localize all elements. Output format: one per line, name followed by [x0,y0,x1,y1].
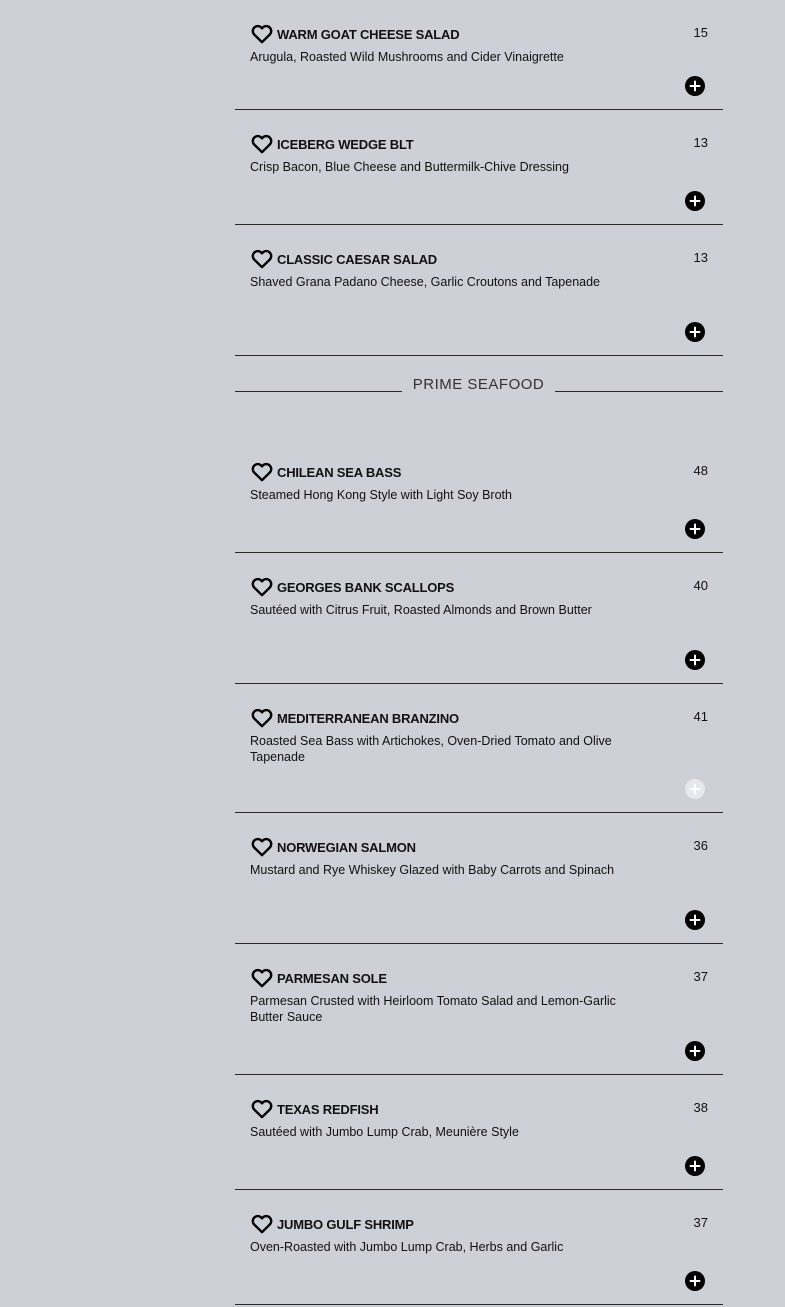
item-description: Sautéed with Citrus Fruit, Roasted Almon… [250,603,592,617]
item-description: Oven-Roasted with Jumbo Lump Crab, Herbs… [250,1240,564,1254]
item-name: JUMBO GULF SHRIMP [277,1217,414,1232]
heart-outline-icon[interactable] [250,835,274,859]
item-description: Mustard and Rye Whiskey Glazed with Baby… [250,863,615,877]
add-item-button[interactable] [684,1270,706,1292]
add-item-button[interactable] [684,518,706,540]
item-name: TEXAS REDFISH [277,1102,379,1117]
item-price: 38 [693,1100,708,1115]
divider [235,391,402,392]
add-item-button[interactable] [684,321,706,343]
heart-outline-icon[interactable] [250,247,274,271]
heart-outline-icon[interactable] [250,460,274,484]
section-heading-prime-seafood: PRIME SEAFOOD [235,374,723,396]
item-price: 40 [693,578,708,593]
item-price: 15 [693,25,708,40]
menu-item: CLASSIC CAESAR SALAD 13 Shaved Grana Padan… [235,225,723,356]
item-name: MEDITERRANEAN BRANZINO [277,711,459,726]
item-price: 37 [693,1215,708,1230]
menu-item: PARMESAN SOLE 37 Parmesan Crusted with Hei… [235,944,723,1075]
item-price: 13 [693,250,708,265]
add-item-button[interactable] [684,190,706,212]
item-price: 13 [693,135,708,150]
menu-item: GEORGES BANK SCALLOPS 40 Sautéed with Citr… [235,553,723,684]
item-price: 48 [693,463,708,478]
item-description: Parmesan Crusted with Heirloom Tomato Sa… [250,994,616,1024]
item-description: Shaved Grana Padano Cheese, Garlic Crout… [250,275,601,289]
item-description: Steamed Hong Kong Style with Light Soy B… [250,488,512,502]
item-price: 37 [693,969,708,984]
item-description: Arugula, Roasted Wild Mushrooms and Cide… [250,50,564,64]
item-description: Crisp Bacon, Blue Cheese and Buttermilk-… [250,160,569,174]
item-name: NORWEGIAN SALMON [277,840,416,855]
item-name: CLASSIC CAESAR SALAD [277,252,437,267]
menu-item: TEXAS REDFISH 38 Sautéed with Jumbo Lump C… [235,1075,723,1190]
heart-outline-icon[interactable] [250,966,274,990]
item-name: WARM GOAT CHEESE SALAD [277,27,460,42]
heart-outline-icon[interactable] [250,1097,274,1121]
add-item-button[interactable] [684,75,706,97]
item-price: 41 [693,709,708,724]
add-item-button[interactable] [684,909,706,931]
item-name: PARMESAN SOLE [277,971,387,986]
heart-outline-icon[interactable] [250,22,274,46]
add-item-button[interactable] [684,1040,706,1062]
heart-outline-icon[interactable] [250,1212,274,1236]
heart-outline-icon[interactable] [250,132,274,156]
menu-item: JUMBO GULF SHRIMP 37 Oven-Roasted with Jum… [235,1190,723,1305]
menu-item: CHILEAN SEA BASS 48 Steamed Hong Kong Styl… [235,438,723,553]
item-description: Roasted Sea Bass with Artichokes, Oven-D… [250,734,612,764]
menu-item: ICEBERG WEDGE BLT 13 Crisp Bacon, Blue Che… [235,110,723,225]
item-name: ICEBERG WEDGE BLT [277,137,414,152]
menu-item: NORWEGIAN SALMON 36 Mustard and Rye Whiske… [235,813,723,944]
heart-outline-icon[interactable] [250,706,274,730]
add-item-button[interactable] [684,1155,706,1177]
add-item-button [684,778,706,800]
item-description: Sautéed with Jumbo Lump Crab, Meunière S… [250,1125,519,1139]
menu-item: WARM GOAT CHEESE SALAD 15 Arugula, Roasted… [235,0,723,110]
heart-outline-icon[interactable] [250,575,274,599]
add-item-button[interactable] [684,649,706,671]
section-title: PRIME SEAFOOD [412,376,545,393]
item-name: CHILEAN SEA BASS [277,465,402,480]
divider [555,391,723,392]
item-name: GEORGES BANK SCALLOPS [277,580,455,595]
item-price: 36 [693,838,708,853]
menu-item: MEDITERRANEAN BRANZINO 41 Roasted Sea Bass… [235,684,723,813]
